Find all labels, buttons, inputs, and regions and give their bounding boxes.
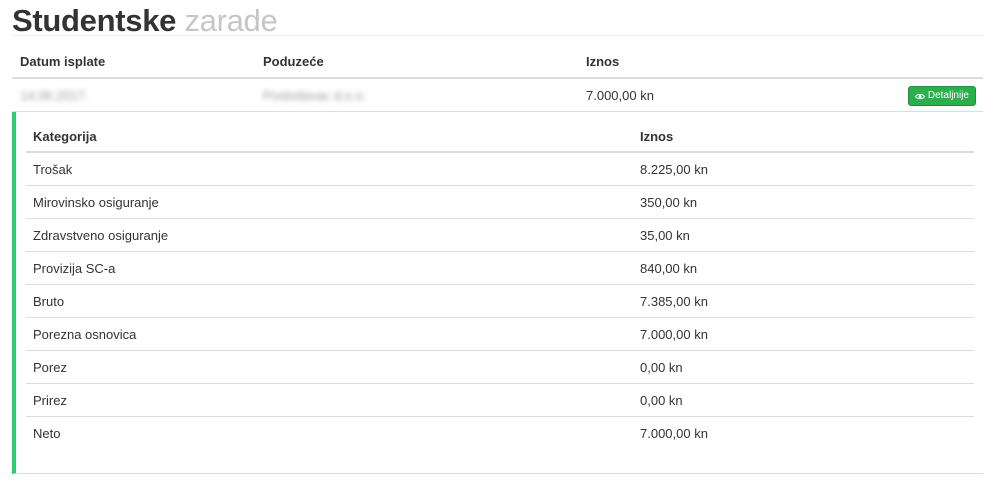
payment-amount: 7.000,00 kn [586, 88, 654, 103]
detail-amount: 0,00 kn [640, 393, 683, 408]
payments-table-header: Datum isplate Poduzeće Iznos [12, 43, 983, 79]
table-row: Provizija SC-a 840,00 kn [26, 252, 974, 285]
eye-icon [914, 93, 925, 100]
detail-amount: 7.385,00 kn [640, 294, 708, 309]
table-row: Mirovinsko osiguranje 350,00 kn [26, 186, 974, 219]
details-button-label: Detaljnije [927, 90, 969, 101]
header-company: Poduzeće [263, 54, 324, 69]
page-title: Studentske zarade [12, 3, 278, 39]
header-detail-amount: Iznos [640, 129, 674, 144]
detail-category: Trošak [33, 162, 73, 177]
table-row: Prirez 0,00 kn [26, 384, 974, 417]
details-table-header: Kategorija Iznos [26, 120, 974, 153]
detail-category: Porez [33, 360, 67, 375]
details-button[interactable]: Detaljnije [907, 86, 976, 106]
table-row: Bruto 7.385,00 kn [26, 285, 974, 318]
payment-date: 14.06.2017. [20, 88, 89, 103]
detail-amount: 7.000,00 kn [640, 426, 708, 441]
table-row: Trošak 8.225,00 kn [26, 153, 974, 186]
detail-category: Mirovinsko osiguranje [33, 195, 159, 210]
page-title-muted: zarade [184, 3, 278, 38]
title-divider [12, 35, 983, 36]
details-table-body: Trošak 8.225,00 kn Mirovinsko osiguranje 35… [26, 153, 974, 449]
detail-category: Provizija SC-a [33, 261, 116, 276]
detail-category: Bruto [33, 294, 65, 309]
page-title-main: Studentske [12, 3, 177, 38]
detail-amount: 7.000,00 kn [640, 327, 708, 342]
detail-amount: 35,00 kn [640, 228, 690, 243]
detail-category: Prirez [33, 393, 67, 408]
payment-row: 14.06.2017. Poslodavac d.o.o. 7.000,00 k… [12, 79, 983, 112]
detail-amount: 350,00 kn [640, 195, 698, 210]
detail-amount: 840,00 kn [640, 261, 698, 276]
payment-company: Poslodavac d.o.o. [263, 88, 367, 103]
detail-category: Porezna osnovica [33, 327, 137, 342]
detail-amount: 8.225,00 kn [640, 162, 708, 177]
table-row: Neto 7.000,00 kn [26, 417, 974, 449]
table-row: Zdravstveno osiguranje 35,00 kn [26, 219, 974, 252]
payment-details-panel: Kategorija Iznos Trošak 8.225,00 kn Mirovi… [12, 112, 983, 474]
detail-amount: 0,00 kn [640, 360, 683, 375]
detail-category: Neto [33, 426, 61, 441]
header-date: Datum isplate [20, 54, 106, 69]
table-row: Porezna osnovica 7.000,00 kn [26, 318, 974, 351]
header-amount: Iznos [586, 54, 620, 69]
detail-category: Zdravstveno osiguranje [33, 228, 169, 243]
header-category: Kategorija [33, 129, 97, 144]
table-row: Porez 0,00 kn [26, 351, 974, 384]
